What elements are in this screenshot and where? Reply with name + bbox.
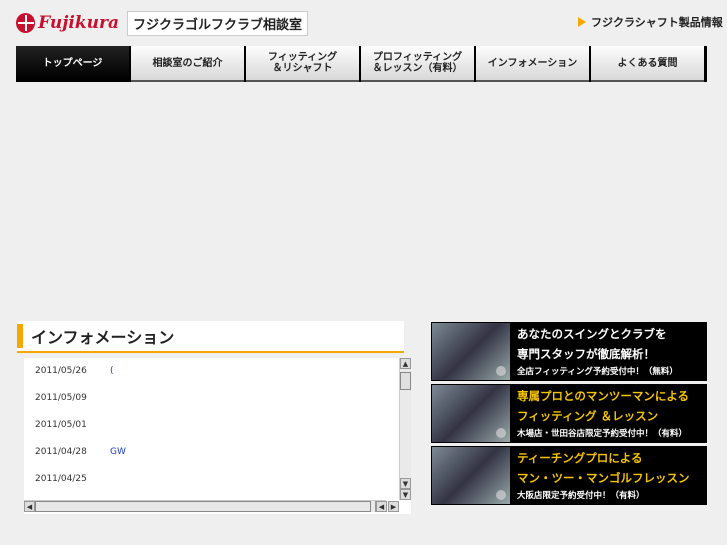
tab-about[interactable]: 相談室のご紹介 xyxy=(131,46,244,82)
tab-sublabel: ＆リシャフト xyxy=(272,63,333,74)
news-title[interactable]: GW xyxy=(110,447,126,457)
list-item[interactable]: 2011/05/09 xyxy=(24,385,397,412)
news-date: 2011/04/25 xyxy=(35,473,87,484)
list-item[interactable]: 2011/05/01 xyxy=(24,412,397,439)
scroll-down-icon[interactable]: ▼ xyxy=(400,489,411,500)
banner-teaching-pro[interactable]: ティーチングプロによる マン・ツー・マンゴルフレッスン 大阪店限定予約受付中！（… xyxy=(431,446,707,505)
banner-headline: フィッティング ＆レッスン xyxy=(517,408,659,423)
arrow-right-icon xyxy=(578,17,586,27)
tab-top-page[interactable]: トップページ xyxy=(16,46,129,82)
scroll-down-icon[interactable]: ▼ xyxy=(400,478,411,489)
photo-icon xyxy=(496,366,506,376)
banner-headline: 専属プロとのマンツーマンによる xyxy=(517,389,690,403)
site-title: フジクラゴルフクラブ相談室 xyxy=(126,10,308,36)
tab-label: プロフィッティング xyxy=(372,52,463,63)
banner-subtext: 大阪店限定予約受付中！（有料） xyxy=(517,491,645,501)
accent-bar xyxy=(17,324,23,348)
news-panel: 2011/05/26 ( 2011/05/09 2011/05/01 2011/0… xyxy=(24,358,411,514)
vertical-scrollbar[interactable]: ▲ ▼ ▼ xyxy=(399,358,411,500)
banner-text: あなたのスイングとクラブを 専門スタッフが徹底解析！ 全店フィッティング予約受付… xyxy=(511,322,707,381)
news-list: 2011/05/26 ( 2011/05/09 2011/05/01 2011/0… xyxy=(24,358,397,498)
banner-subtext: 全店フィッティング予約受付中！（無料） xyxy=(517,367,678,377)
scroll-up-icon[interactable]: ▲ xyxy=(400,358,411,369)
banner-subtext: 木場店・世田谷店限定予約受付中！（有料） xyxy=(517,429,688,439)
main-nav: トップページ 相談室のご紹介 フィッティング ＆リシャフト プロフィッティング ＆レ… xyxy=(16,46,707,82)
tab-label: よくある質問 xyxy=(617,57,678,69)
scroll-thumb[interactable] xyxy=(35,501,371,512)
news-date: 2011/05/26 xyxy=(35,366,87,377)
tab-label: インフォメーション xyxy=(487,57,578,69)
shaft-products-link[interactable]: フジクラシャフト製品情報 xyxy=(578,14,723,30)
horizontal-scrollbar[interactable]: ◀ ▶ xyxy=(24,500,386,512)
shaft-products-label: フジクラシャフト製品情報 xyxy=(591,16,723,29)
info-section-header: インフォメーション xyxy=(17,321,404,353)
news-date: 2011/04/28 xyxy=(35,446,87,457)
news-title[interactable]: ( xyxy=(110,366,114,376)
banner-headline: 専門スタッフが徹底解析！ xyxy=(517,346,655,361)
banner-headline: あなたのスイングとクラブを xyxy=(517,327,667,341)
tab-information[interactable]: インフォメーション xyxy=(476,46,589,82)
photo-icon xyxy=(496,428,506,438)
news-date: 2011/05/01 xyxy=(35,419,87,430)
banner-photo xyxy=(432,323,510,380)
list-item[interactable]: 2011/04/25 xyxy=(24,465,397,492)
banner-photo xyxy=(432,447,510,504)
banner-headline: ティーチングプロによる xyxy=(517,451,643,465)
fujikura-mark-icon xyxy=(16,13,36,33)
tab-label: フィッティング xyxy=(267,52,338,63)
list-item[interactable]: 2011/05/26 ( xyxy=(24,358,397,385)
scroll-left-icon[interactable]: ◀ xyxy=(24,501,35,512)
tab-fitting[interactable]: フィッティング ＆リシャフト xyxy=(246,46,359,82)
banner-fitting-analysis[interactable]: あなたのスイングとクラブを 専門スタッフが徹底解析！ 全店フィッティング予約受付… xyxy=(431,322,707,381)
photo-icon xyxy=(496,490,506,500)
site-logo[interactable]: Fujikura フジクラゴルフクラブ相談室 xyxy=(16,10,308,36)
banner-headline: マン・ツー・マンゴルフレッスン xyxy=(517,470,690,485)
logo-text: Fujikura xyxy=(38,13,119,33)
scroll-thumb[interactable] xyxy=(400,372,411,390)
tab-sublabel: ＆レッスン（有料） xyxy=(372,63,463,74)
scroll-left-icon[interactable]: ◀ xyxy=(376,501,387,512)
tab-pro-fitting[interactable]: プロフィッティング ＆レッスン（有料） xyxy=(361,46,474,82)
tab-label: 相談室のご紹介 xyxy=(152,57,223,69)
scroll-right-icon[interactable]: ▶ xyxy=(388,501,399,512)
banner-text: ティーチングプロによる マン・ツー・マンゴルフレッスン 大阪店限定予約受付中！（… xyxy=(511,446,707,505)
banner-pro-lesson[interactable]: 専属プロとのマンツーマンによる フィッティング ＆レッスン 木場店・世田谷店限定… xyxy=(431,384,707,443)
tab-label: トップページ xyxy=(42,57,103,69)
info-section-title: インフォメーション xyxy=(31,328,175,347)
banner-photo xyxy=(432,385,510,442)
tab-faq[interactable]: よくある質問 xyxy=(591,46,704,82)
banner-text: 専属プロとのマンツーマンによる フィッティング ＆レッスン 木場店・世田谷店限定… xyxy=(511,384,707,443)
list-item[interactable]: 2011/04/28 GW xyxy=(24,438,397,465)
news-date: 2011/05/09 xyxy=(35,393,87,404)
